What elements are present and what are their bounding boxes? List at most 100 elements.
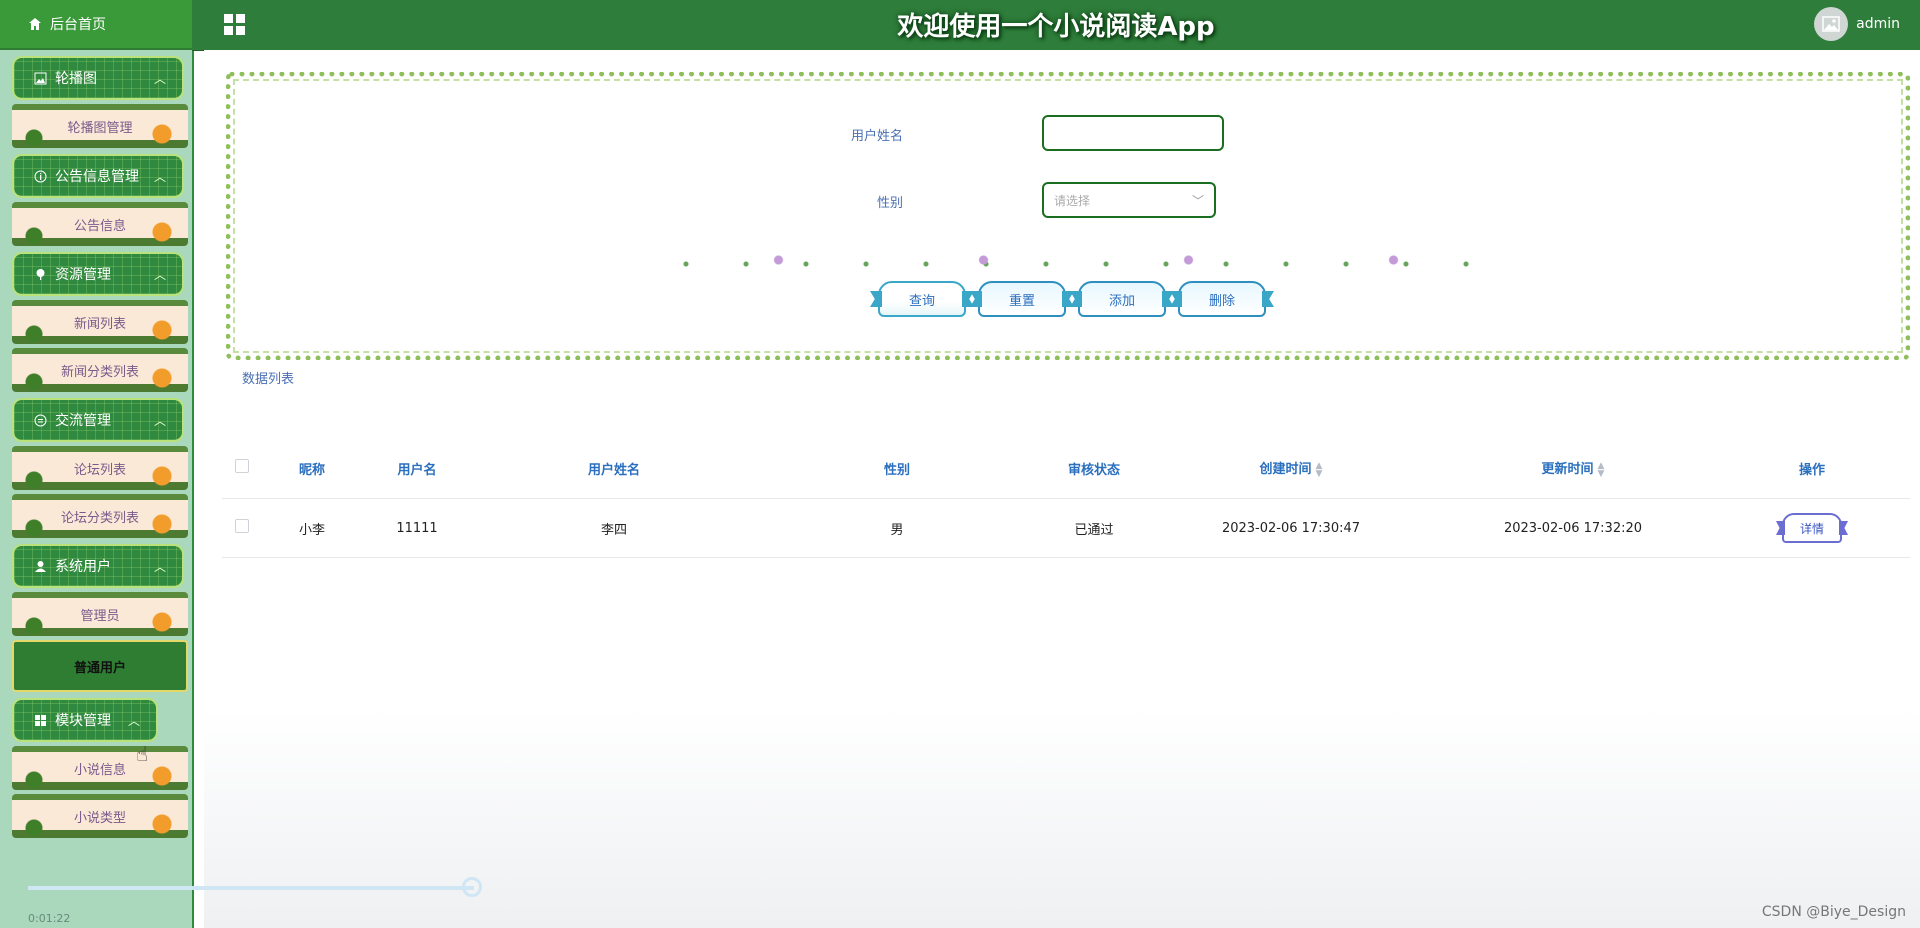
- column-header: 性别: [883, 462, 910, 478]
- sidebar-group-communication[interactable]: 交流管理 ︿: [12, 398, 184, 442]
- column-header: 昵称: [298, 462, 325, 478]
- column-header: 更新时间: [1541, 462, 1594, 478]
- sidebar-item-news-list[interactable]: 新闻列表: [12, 300, 188, 344]
- updated-sort-header[interactable]: 更新时间 ▲ ▼: [1432, 458, 1714, 478]
- column-header: 操作: [1798, 462, 1825, 478]
- grid-icon: [35, 714, 46, 726]
- table-header: 昵称 用户名 用户姓名 性别 审核状态 创建时间 ▲ ▼ 更新时间 ▲ ▼ 操作: [222, 438, 1910, 499]
- sidebar-item-novel-info[interactable]: 小说信息: [12, 746, 188, 790]
- gender-select[interactable]: 请选择 ﹀: [1042, 182, 1216, 218]
- sidebar-group-carousel[interactable]: 轮播图 ︿: [12, 56, 184, 100]
- sidebar-item-label: 小说类型: [73, 810, 126, 826]
- cell-actions: 详情: [1714, 513, 1910, 543]
- sidebar-home-label: 后台首页: [50, 17, 106, 33]
- select-all-checkbox[interactable]: [235, 459, 249, 473]
- cell-gender: 男: [890, 522, 904, 538]
- sidebar-group-label: 资源管理: [55, 267, 111, 283]
- username: admin: [1856, 16, 1900, 32]
- sidebar-group-modules[interactable]: 模块管理 ︿: [12, 698, 158, 742]
- sidebar: 后台首页 轮播图 ︿ 轮播图管理 公告信息管理 ︿ 公告信息 资源管理 ︿ 新闻…: [0, 0, 194, 928]
- query-button[interactable]: 查询: [878, 281, 966, 317]
- column-header: 用户姓名: [587, 462, 640, 478]
- sidebar-group-notice[interactable]: 公告信息管理 ︿: [12, 154, 184, 198]
- sidebar-item-label: 新闻列表: [73, 316, 126, 332]
- data-table: 昵称 用户名 用户姓名 性别 审核状态 创建时间 ▲ ▼ 更新时间 ▲ ▼ 操作 小李 …: [222, 438, 1910, 558]
- cell-username: 11111: [396, 520, 438, 536]
- video-timestamp: 0:01:22: [28, 912, 71, 925]
- sidebar-item-label: 公告信息: [73, 218, 126, 234]
- sidebar-item-notice[interactable]: 公告信息: [12, 202, 188, 246]
- column-header: 用户名: [397, 462, 437, 478]
- cell-updated: 2023-02-06 17:32:20: [1503, 520, 1643, 536]
- watermark: CSDN @Biye_Design: [1761, 904, 1906, 920]
- select-all-cell: [222, 459, 262, 477]
- main-content: 用户姓名 性别 请选择 ﹀ 查询 重置 添加 删除 数据列表 昵称 用户名 用户…: [204, 50, 1920, 928]
- video-progress-track[interactable]: [28, 886, 474, 890]
- sidebar-item-forum-list[interactable]: 论坛列表: [12, 446, 188, 490]
- sidebar-group-system-users[interactable]: 系统用户 ︿: [12, 544, 184, 588]
- cell-nickname: 小李: [298, 522, 325, 538]
- gender-placeholder: 请选择: [1054, 194, 1091, 208]
- sidebar-group-label: 系统用户: [55, 559, 111, 575]
- reset-button[interactable]: 重置: [978, 281, 1066, 317]
- sort-icon[interactable]: ▲ ▼: [1316, 461, 1323, 478]
- gender-label: 性别: [876, 196, 903, 211]
- video-progress-handle[interactable]: [462, 877, 482, 897]
- sidebar-group-label: 交流管理: [55, 413, 111, 429]
- row-checkbox[interactable]: [235, 519, 249, 533]
- delete-button[interactable]: 删除: [1178, 281, 1266, 317]
- sidebar-item-carousel-manage[interactable]: 轮播图管理: [12, 104, 188, 148]
- search-panel: 用户姓名 性别 请选择 ﹀ 查询 重置 添加 删除: [226, 72, 1910, 360]
- chevron-up-icon: ︿: [153, 170, 166, 184]
- app-title: 欢迎使用一个小说阅读App: [897, 12, 1215, 42]
- home-icon: [29, 18, 41, 30]
- chevron-up-icon: ︿: [127, 714, 140, 728]
- pin-icon: [36, 268, 45, 280]
- name-label: 用户姓名: [850, 129, 903, 144]
- sidebar-item-admin[interactable]: 管理员: [12, 592, 188, 636]
- created-sort-header[interactable]: 创建时间 ▲ ▼: [1150, 458, 1432, 478]
- chat-icon: [34, 414, 47, 426]
- sidebar-item-news-category[interactable]: 新闻分类列表: [12, 348, 188, 392]
- sidebar-item-label: 新闻分类列表: [60, 364, 139, 380]
- sidebar-group-label: 轮播图: [55, 71, 97, 87]
- sidebar-item-label: 管理员: [80, 608, 120, 624]
- cell-real-name: 李四: [600, 522, 627, 538]
- column-header: 审核状态: [1067, 462, 1120, 478]
- cell-created: 2023-02-06 17:30:47: [1221, 520, 1361, 536]
- chevron-down-icon: ﹀: [1191, 194, 1204, 208]
- cell-status: 已通过: [1074, 522, 1114, 538]
- row-select-cell: [222, 519, 262, 537]
- top-header: 欢迎使用一个小说阅读App admin: [192, 0, 1920, 51]
- avatar[interactable]: [1814, 7, 1849, 41]
- column-header: 创建时间: [1259, 462, 1312, 478]
- chevron-up-icon: ︿: [153, 268, 166, 282]
- sidebar-item-forum-category[interactable]: 论坛分类列表: [12, 494, 188, 538]
- flower-decoration: [676, 253, 1476, 267]
- image-icon: [34, 72, 47, 84]
- chevron-up-icon: ︿: [153, 560, 166, 574]
- sidebar-group-resources[interactable]: 资源管理 ︿: [12, 252, 184, 296]
- sidebar-item-label: 普通用户: [73, 660, 126, 676]
- user-menu[interactable]: admin: [1814, 7, 1900, 41]
- search-actions: 查询 重置 添加 删除: [231, 281, 1909, 317]
- detail-button[interactable]: 详情: [1782, 513, 1842, 543]
- name-field-row: 用户姓名: [231, 115, 1905, 155]
- name-input[interactable]: [1042, 115, 1224, 151]
- chevron-up-icon: ︿: [153, 72, 166, 86]
- sidebar-item-novel-type[interactable]: 小说类型: [12, 794, 188, 838]
- gender-field-row: 性别 请选择 ﹀: [231, 182, 1905, 222]
- table-row: 小李 11111 李四 男 已通过 2023-02-06 17:30:47 20…: [222, 499, 1910, 558]
- sidebar-item-label: 论坛列表: [73, 462, 126, 478]
- sidebar-group-label: 公告信息管理: [55, 169, 139, 185]
- image-icon: [1822, 16, 1840, 32]
- sidebar-home[interactable]: 后台首页: [0, 0, 192, 50]
- sort-icon[interactable]: ▲ ▼: [1598, 461, 1605, 478]
- sidebar-item-normal-user[interactable]: 普通用户: [12, 640, 188, 692]
- hand-cursor-icon: ☝: [136, 742, 149, 766]
- sidebar-item-label: 论坛分类列表: [60, 510, 139, 526]
- chevron-up-icon: ︿: [153, 414, 166, 428]
- sidebar-group-label: 模块管理: [55, 713, 111, 729]
- add-button[interactable]: 添加: [1078, 281, 1166, 317]
- list-title: 数据列表: [242, 372, 295, 387]
